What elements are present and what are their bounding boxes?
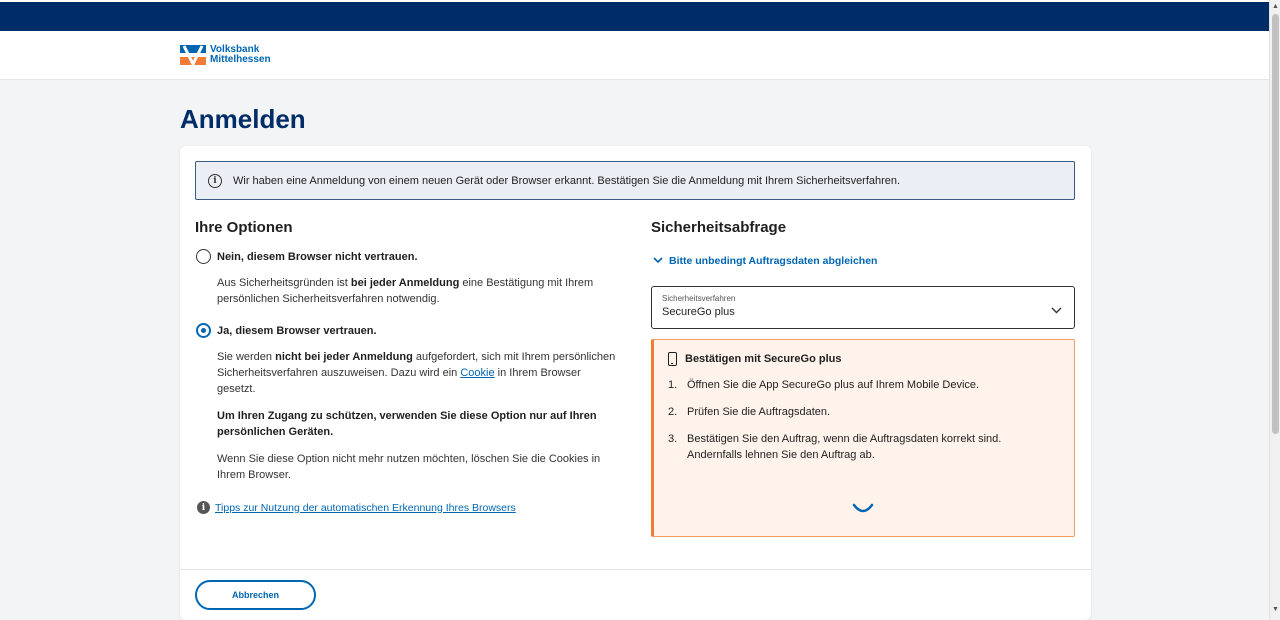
select-label: Sicherheitsverfahren: [662, 294, 736, 303]
radio-option-yes-label: Ja, diesem Browser vertrauen.: [217, 324, 377, 337]
confirm-title: Bestätigen mit SecureGo plus: [668, 352, 841, 366]
scrollbar-thumb[interactable]: [1272, 14, 1279, 434]
mobile-phone-icon: [668, 352, 677, 366]
info-banner-text: Wir haben eine Anmeldung von einem neuen…: [233, 174, 901, 187]
expand-order-data-toggle[interactable]: Bitte unbedingt Auftragsdaten abgleichen: [653, 255, 877, 267]
step-text: Prüfen Sie die Auftragsdaten.: [687, 406, 831, 418]
select-value: SecureGo plus: [662, 306, 735, 318]
chevron-down-icon: [1051, 301, 1062, 319]
page-scrollbar[interactable]: ▲ ▼: [1269, 0, 1280, 620]
option-yes-warning: Um Ihren Zugang zu schützen, verwenden S…: [217, 410, 597, 438]
expand-link-label: Bitte unbedingt Auftragsdaten abgleichen: [669, 255, 878, 267]
step-text: Öffnen Sie die App SecureGo plus auf Ihr…: [687, 379, 980, 391]
radio-button-checked[interactable]: [196, 323, 211, 338]
confirm-title-text: Bestätigen mit SecureGo plus: [685, 353, 842, 365]
info-banner: i Wir haben eine Anmeldung von einem neu…: [195, 161, 1075, 200]
top-brand-bar: [0, 0, 1269, 31]
chevron-down-icon: [653, 255, 663, 267]
option-no-description: Aus Sicherheitsgründen ist bei jeder Anm…: [217, 277, 594, 305]
option-yes-description: Sie werden nicht bei jeder Anmeldung auf…: [217, 351, 616, 395]
page-title: Anmelden: [180, 104, 306, 134]
volksbank-logo-icon: [180, 45, 206, 68]
security-method-select[interactable]: Sicherheitsverfahren SecureGo plus: [651, 286, 1075, 329]
step-number: 1.: [668, 379, 678, 391]
bank-name-line2: Mittelhessen: [210, 54, 271, 65]
bank-name: Volksbank Mittelhessen: [210, 45, 271, 65]
step-number: 2.: [668, 406, 678, 418]
info-filled-icon: i: [197, 501, 210, 514]
scroll-down-icon[interactable]: ▼: [1272, 606, 1279, 614]
bank-logo[interactable]: Volksbank Mittelhessen: [180, 45, 271, 68]
step-text: Bestätigen Sie den Auftrag, wenn die Auf…: [687, 433, 1002, 461]
radio-option-trust[interactable]: Ja, diesem Browser vertrauen.: [196, 323, 377, 338]
radio-option-no-trust[interactable]: Nein, diesem Browser nicht vertrauen.: [196, 249, 418, 264]
scroll-up-icon[interactable]: ▲: [1272, 3, 1279, 11]
option-yes-note: Wenn Sie diese Option nicht mehr nutzen …: [217, 453, 601, 481]
site-header: Volksbank Mittelhessen: [0, 31, 1269, 80]
step-number: 3.: [668, 433, 678, 445]
tips-link[interactable]: Tipps zur Nutzung der automatischen Erke…: [215, 502, 516, 514]
cookie-link[interactable]: Cookie: [460, 367, 494, 379]
radio-option-no-label: Nein, diesem Browser nicht vertrauen.: [217, 250, 418, 263]
radio-button-unchecked[interactable]: [196, 249, 211, 264]
list-item: 3. Bestätigen Sie den Auftrag, wenn die …: [668, 431, 1058, 463]
list-item: 1. Öffnen Sie die App SecureGo plus auf …: [668, 377, 1058, 393]
login-card: i Wir haben eine Anmeldung von einem neu…: [180, 146, 1091, 620]
tips-row[interactable]: i Tipps zur Nutzung der automatischen Er…: [197, 501, 516, 514]
list-item: 2. Prüfen Sie die Auftragsdaten.: [668, 404, 1058, 420]
loading-spinner-icon: [852, 501, 874, 520]
security-title: Sicherheitsabfrage: [651, 219, 787, 236]
options-title: Ihre Optionen: [195, 219, 293, 236]
info-icon: i: [208, 173, 222, 188]
card-footer-divider: [180, 569, 1091, 570]
cancel-button[interactable]: Abbrechen: [195, 580, 316, 610]
securego-confirm-panel: Bestätigen mit SecureGo plus 1. Öffnen S…: [651, 339, 1075, 537]
